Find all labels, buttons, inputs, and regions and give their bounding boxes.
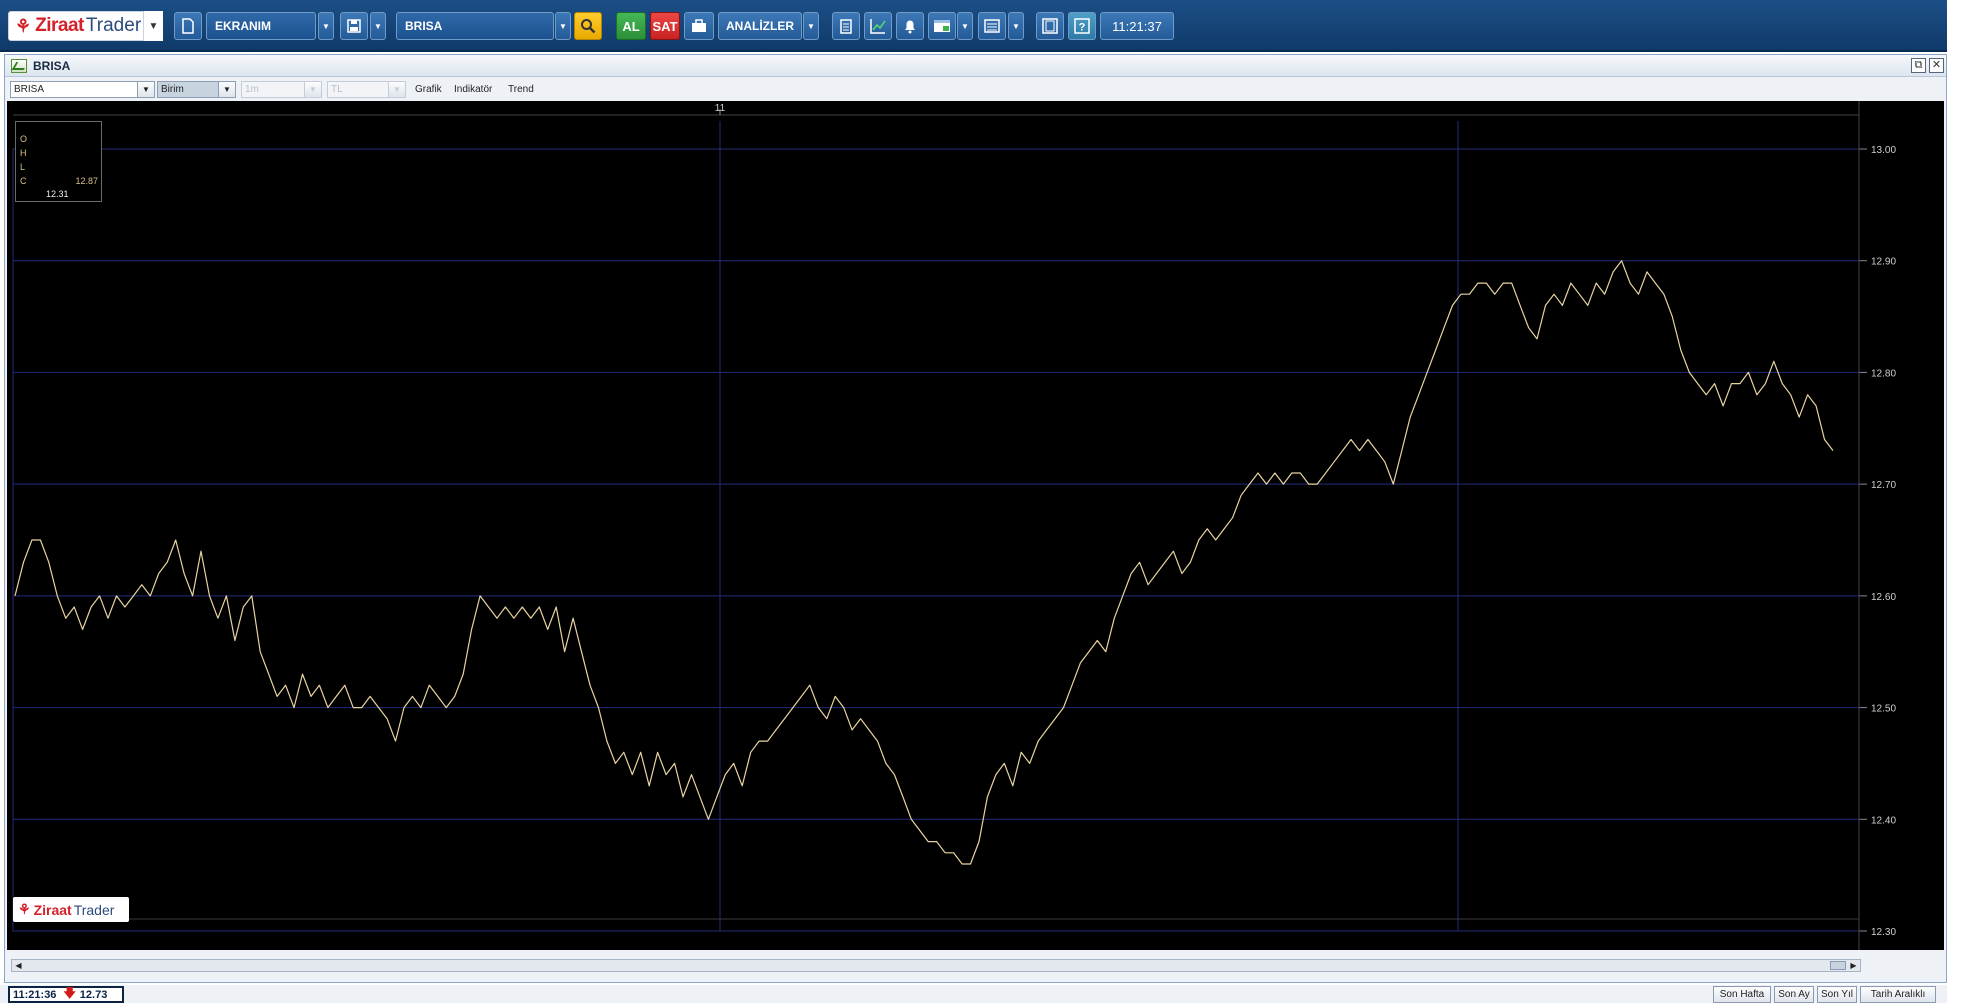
save-dropdown[interactable]: ▼ [370,12,386,40]
svg-text:?: ? [1079,22,1086,34]
film-icon [1042,18,1058,34]
list-layout-icon [984,19,1000,33]
range-last-week-button[interactable]: Son Hafta [1713,986,1771,1003]
layout-button[interactable] [978,12,1006,40]
wheat-icon: ⚘ [18,901,31,917]
status-bar: 11:21:36 🡇 12.73 Son Hafta Son Ay Son Yı… [0,985,1947,1003]
y-tick-label: 12.90 [1871,257,1896,268]
portfolio-button[interactable] [684,12,714,40]
app-menu-dropdown[interactable]: ▼ [143,11,163,41]
symbol-combo[interactable]: BRISA [10,81,138,98]
calculator-button[interactable] [832,12,860,40]
top-axis-label: 11 [715,103,726,114]
ohlc-low-label: L [20,162,26,172]
briefcase-icon [692,19,706,32]
chart-window-icon [11,58,27,73]
help-icon: ? [1074,18,1090,34]
y-tick-label: 12.50 [1871,704,1896,715]
y-tick-label: 12.70 [1871,480,1896,491]
window-title-bar[interactable]: BRISA ⧉ ✕ [5,55,1946,77]
watermark-trader-text: Trader [73,901,115,918]
close-icon[interactable]: ✕ [1929,58,1944,73]
symbol-combo-arrow[interactable]: ▼ [137,81,155,98]
ohlc-extra-value: 12.31 [46,189,69,199]
top-toolbar: ⚘ Ziraat Trader ▼ EKRANIM ▼ ▼ BRISA ▼ AL… [0,0,1947,52]
alarm-button[interactable] [896,12,924,40]
symbol-search-input[interactable]: BRISA [396,12,554,40]
range-last-month-button[interactable]: Son Ay [1774,986,1814,1003]
app-logo[interactable]: ⚘ Ziraat Trader [8,11,163,41]
currency-combo[interactable]: TL [327,81,389,98]
search-icon [581,19,596,34]
y-tick-label: 12.40 [1871,815,1896,826]
y-tick-label: 12.30 [1871,927,1896,938]
news-dropdown[interactable]: ▼ [957,12,973,40]
page-icon [182,18,194,34]
menu-trend[interactable]: Trend [508,84,534,95]
analyses-dropdown[interactable]: ▼ [803,12,819,40]
ticker-time: 11:21:36 [13,988,57,1001]
undock-icon[interactable]: ⧉ [1911,58,1926,73]
down-arrow-icon: 🡇 [63,986,76,1000]
clock-display: 11:21:37 [1100,12,1174,40]
chart-toolbar: BRISA ▼ Birim ▼ 1m ▼ TL ▼ Grafik Indikat… [5,77,1946,99]
new-page-button[interactable] [174,12,202,40]
y-tick-label: 12.60 [1871,592,1896,603]
bell-icon [905,20,915,34]
chart-watermark-logo: ⚘ Ziraat Trader [13,897,129,922]
clipboard-icon [840,19,852,34]
search-button[interactable] [574,12,602,40]
price-chart-svg[interactable]: 13.00 12.90 12.80 12.70 12.60 12.50 12.40 12.30… [7,101,1944,950]
ohlc-close-value: 12.87 [75,176,98,186]
buy-button[interactable]: AL [616,12,646,40]
chart-window: BRISA ⧉ ✕ BRISA ▼ Birim ▼ 1m ▼ TL ▼ Graf… [4,54,1947,983]
sell-button[interactable]: SAT [650,12,680,40]
ohlc-panel: O H L C 12.87 12.31 [15,121,102,202]
scroll-left-icon[interactable]: ◀ [12,960,25,971]
period-combo-arrow[interactable]: ▼ [304,81,322,98]
wheat-icon: ⚘ [15,15,32,36]
period-combo[interactable]: 1m [241,81,305,98]
floppy-disk-icon [347,19,361,33]
video-button[interactable] [1036,12,1064,40]
range-date-range-button[interactable]: Tarih Aralıklı [1860,986,1936,1003]
unit-combo-arrow[interactable]: ▼ [218,81,236,98]
analyses-button[interactable]: ANALİZLER [718,12,802,40]
line-chart-icon [870,19,886,34]
window-title: BRISA [33,58,71,73]
screen-select[interactable]: EKRANIM [206,12,316,40]
scroll-thumb[interactable] [1830,961,1846,970]
symbol-dropdown[interactable]: ▼ [555,12,571,40]
chart-button[interactable] [864,12,892,40]
chart-horizontal-scrollbar[interactable]: ◀ ▶ [11,959,1861,972]
menu-indikator[interactable]: Indikatör [454,84,492,95]
window-add-icon [934,20,950,32]
last-price-ticker[interactable]: 11:21:36 🡇 12.73 [8,986,124,1003]
scroll-right-icon[interactable]: ▶ [1847,960,1860,971]
layout-dropdown[interactable]: ▼ [1008,12,1024,40]
news-button[interactable] [928,12,956,40]
watermark-ziraat-text: Ziraat [33,901,72,918]
price-series-line [14,260,1834,865]
y-tick-label: 13.00 [1871,145,1896,156]
ticker-price: 12.73 [79,988,108,1001]
ohlc-open-label: O [20,134,28,144]
y-tick-label: 12.80 [1871,368,1896,379]
ohlc-high-label: H [20,148,27,158]
price-chart[interactable]: 13.00 12.90 12.80 12.70 12.60 12.50 12.40 12.30… [7,101,1944,950]
menu-grafik[interactable]: Grafik [415,84,442,95]
logo-ziraat-text: Ziraat [35,15,84,36]
ohlc-close-label: C [20,176,27,186]
logo-trader-text: Trader [85,15,142,36]
save-button[interactable] [340,12,368,40]
currency-combo-arrow[interactable]: ▼ [388,81,406,98]
screen-select-dropdown[interactable]: ▼ [318,12,334,40]
help-button[interactable]: ? [1068,12,1096,40]
unit-combo[interactable]: Birim [157,81,219,98]
plot-frame [12,148,1860,932]
range-last-year-button[interactable]: Son Yıl [1817,986,1857,1003]
